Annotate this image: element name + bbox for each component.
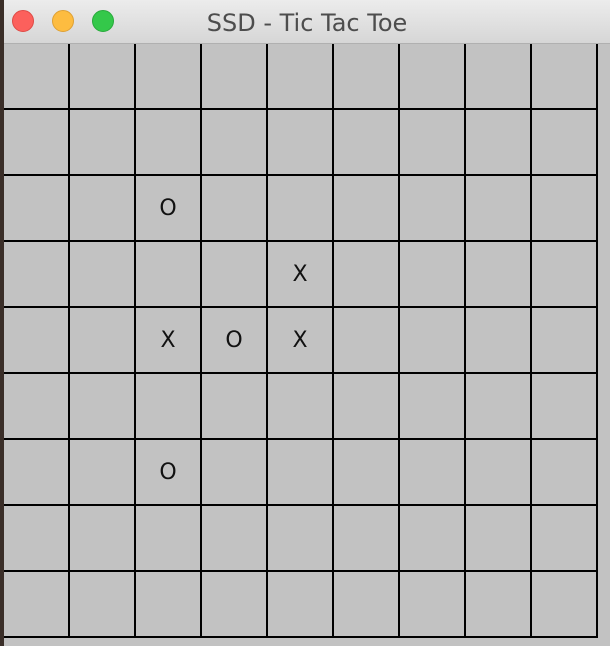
board-cell[interactable]: [334, 308, 400, 374]
board-cell[interactable]: [400, 506, 466, 572]
board-cell[interactable]: [334, 374, 400, 440]
board-cell[interactable]: [532, 308, 598, 374]
board-cell[interactable]: [4, 242, 70, 308]
board-cell[interactable]: [400, 572, 466, 638]
board-cell[interactable]: [136, 110, 202, 176]
board-cell[interactable]: [334, 440, 400, 506]
board-cell[interactable]: X: [268, 242, 334, 308]
board-cell[interactable]: [532, 374, 598, 440]
board-cell[interactable]: [70, 440, 136, 506]
board-cell[interactable]: [334, 110, 400, 176]
board-cell[interactable]: O: [202, 308, 268, 374]
board-cell[interactable]: [4, 110, 70, 176]
cell-mark: O: [159, 195, 177, 221]
game-board: O X X O X O: [4, 44, 610, 646]
board-cell[interactable]: [202, 506, 268, 572]
title-bar[interactable]: SSD - Tic Tac Toe: [4, 0, 610, 44]
board-cell[interactable]: [466, 308, 532, 374]
board-cell[interactable]: O: [136, 440, 202, 506]
board-cell[interactable]: [70, 572, 136, 638]
board-cell[interactable]: [466, 440, 532, 506]
board-cell[interactable]: [466, 374, 532, 440]
board-cell[interactable]: [466, 44, 532, 110]
board-cell[interactable]: [466, 176, 532, 242]
board-cell[interactable]: [70, 506, 136, 572]
board-cell[interactable]: [268, 176, 334, 242]
board-cell[interactable]: X: [136, 308, 202, 374]
board-cell[interactable]: [466, 242, 532, 308]
board-cell[interactable]: [334, 242, 400, 308]
cell-mark: X: [292, 261, 308, 287]
app-window: SSD - Tic Tac Toe O X X O X O: [4, 0, 610, 646]
board-cell[interactable]: [334, 176, 400, 242]
board-cell[interactable]: [400, 242, 466, 308]
board-cell[interactable]: [136, 242, 202, 308]
board-cell[interactable]: [400, 110, 466, 176]
board-cell[interactable]: [4, 572, 70, 638]
board-cell[interactable]: [202, 242, 268, 308]
board-cell[interactable]: [70, 308, 136, 374]
board-cell[interactable]: [268, 44, 334, 110]
board-cell[interactable]: [202, 176, 268, 242]
board-cell[interactable]: [202, 44, 268, 110]
board-cell[interactable]: [268, 440, 334, 506]
board-cell[interactable]: [268, 374, 334, 440]
board-cell[interactable]: [532, 176, 598, 242]
board-cell[interactable]: [334, 572, 400, 638]
board-cell[interactable]: [202, 440, 268, 506]
cell-mark: O: [159, 459, 177, 485]
board-cell[interactable]: [70, 242, 136, 308]
board-cell[interactable]: [400, 440, 466, 506]
board-cell[interactable]: [268, 110, 334, 176]
board-cell[interactable]: [466, 506, 532, 572]
board-cell[interactable]: [334, 44, 400, 110]
cell-mark: O: [225, 327, 243, 353]
board-cell[interactable]: [70, 374, 136, 440]
board-cell[interactable]: [70, 176, 136, 242]
board-cell[interactable]: [268, 572, 334, 638]
board-cell[interactable]: [532, 110, 598, 176]
board-cell[interactable]: [532, 572, 598, 638]
board-cell[interactable]: [268, 506, 334, 572]
board-cell[interactable]: [4, 308, 70, 374]
board-cell[interactable]: [466, 110, 532, 176]
board-cell[interactable]: [202, 110, 268, 176]
board-cell[interactable]: [334, 506, 400, 572]
board-cell[interactable]: [70, 110, 136, 176]
board-cell[interactable]: O: [136, 176, 202, 242]
board-cell[interactable]: [4, 44, 70, 110]
board-cell[interactable]: [136, 44, 202, 110]
window-title: SSD - Tic Tac Toe: [206, 9, 408, 37]
board-cell[interactable]: [70, 44, 136, 110]
board-cell[interactable]: [4, 176, 70, 242]
board-cell[interactable]: [532, 506, 598, 572]
board-cell[interactable]: [400, 374, 466, 440]
board-cell[interactable]: [202, 374, 268, 440]
board-cell[interactable]: X: [268, 308, 334, 374]
board-cell[interactable]: [466, 572, 532, 638]
board-cell[interactable]: [532, 44, 598, 110]
board-cell[interactable]: [136, 374, 202, 440]
board-cell[interactable]: [400, 44, 466, 110]
board-cell[interactable]: [4, 506, 70, 572]
board-cell[interactable]: [400, 176, 466, 242]
board-cell[interactable]: [532, 440, 598, 506]
cell-mark: X: [292, 327, 308, 353]
board-cell[interactable]: [202, 572, 268, 638]
board-cell[interactable]: [532, 242, 598, 308]
board-cell[interactable]: [400, 308, 466, 374]
board-cell[interactable]: [136, 572, 202, 638]
board-cell[interactable]: [4, 374, 70, 440]
cell-mark: X: [160, 327, 176, 353]
board-cell[interactable]: [136, 506, 202, 572]
board-cell[interactable]: [4, 440, 70, 506]
